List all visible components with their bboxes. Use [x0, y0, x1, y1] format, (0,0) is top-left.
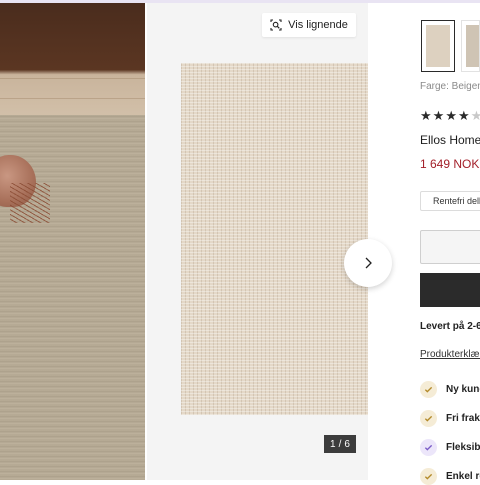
- usp-item: Ny kund: [420, 381, 480, 398]
- check-icon: [420, 410, 437, 427]
- throw-fringe: [10, 183, 50, 223]
- similar-button-label: Vis lignende: [288, 19, 348, 31]
- product-price: 1 649 NOK: [420, 157, 480, 171]
- similar-products-button[interactable]: Vis lignende: [262, 13, 356, 37]
- delivery-info: Levert på 2-6: [420, 321, 480, 332]
- thumbnail-2[interactable]: [461, 20, 480, 72]
- image-counter: 1 / 6: [324, 435, 356, 453]
- check-icon: [420, 381, 437, 398]
- usp-text: Fri frakt: [446, 413, 480, 424]
- color-label: Farge: Beigen: [420, 81, 480, 92]
- floor-board-line: [0, 98, 145, 99]
- usp-text: Fleksibl: [446, 442, 480, 453]
- product-title: Ellos Home: [420, 133, 480, 147]
- counter-separator: /: [338, 438, 342, 450]
- product-rug-image[interactable]: [181, 63, 368, 415]
- star-icon: ★: [470, 108, 480, 123]
- visual-search-icon: [270, 19, 282, 31]
- usp-text: Ny kund: [446, 384, 480, 395]
- lifestyle-photo[interactable]: [0, 3, 145, 480]
- usp-item: Enkel re: [420, 468, 480, 485]
- check-icon: [420, 468, 437, 485]
- check-icon: [420, 439, 437, 456]
- thumbnail-image: [426, 25, 450, 67]
- star-icon: ★: [445, 108, 458, 123]
- add-to-cart-button[interactable]: [420, 273, 480, 307]
- rentefri-button[interactable]: Rentefri delb: [420, 191, 480, 211]
- star-icon: ★: [457, 108, 471, 123]
- usp-item: Fri frakt: [420, 410, 480, 427]
- star-icon: ★: [432, 108, 446, 123]
- usp-text: Enkel re: [446, 471, 480, 482]
- counter-total: 6: [344, 438, 350, 450]
- thumbnail-image: [466, 25, 479, 67]
- size-select[interactable]: [420, 230, 480, 264]
- floor-board-line: [0, 78, 145, 79]
- usp-item: Fleksibl: [420, 439, 480, 456]
- rentefri-label: Rentefri delb: [433, 196, 480, 206]
- counter-current: 1: [330, 438, 336, 450]
- product-description-link[interactable]: Produkterklær: [420, 349, 480, 360]
- thumbnail-1[interactable]: [421, 20, 455, 72]
- rating-stars[interactable]: ★★★★★: [420, 108, 480, 124]
- star-icon: ★: [420, 108, 433, 123]
- next-image-button[interactable]: [344, 239, 392, 287]
- chevron-right-icon: [365, 257, 372, 269]
